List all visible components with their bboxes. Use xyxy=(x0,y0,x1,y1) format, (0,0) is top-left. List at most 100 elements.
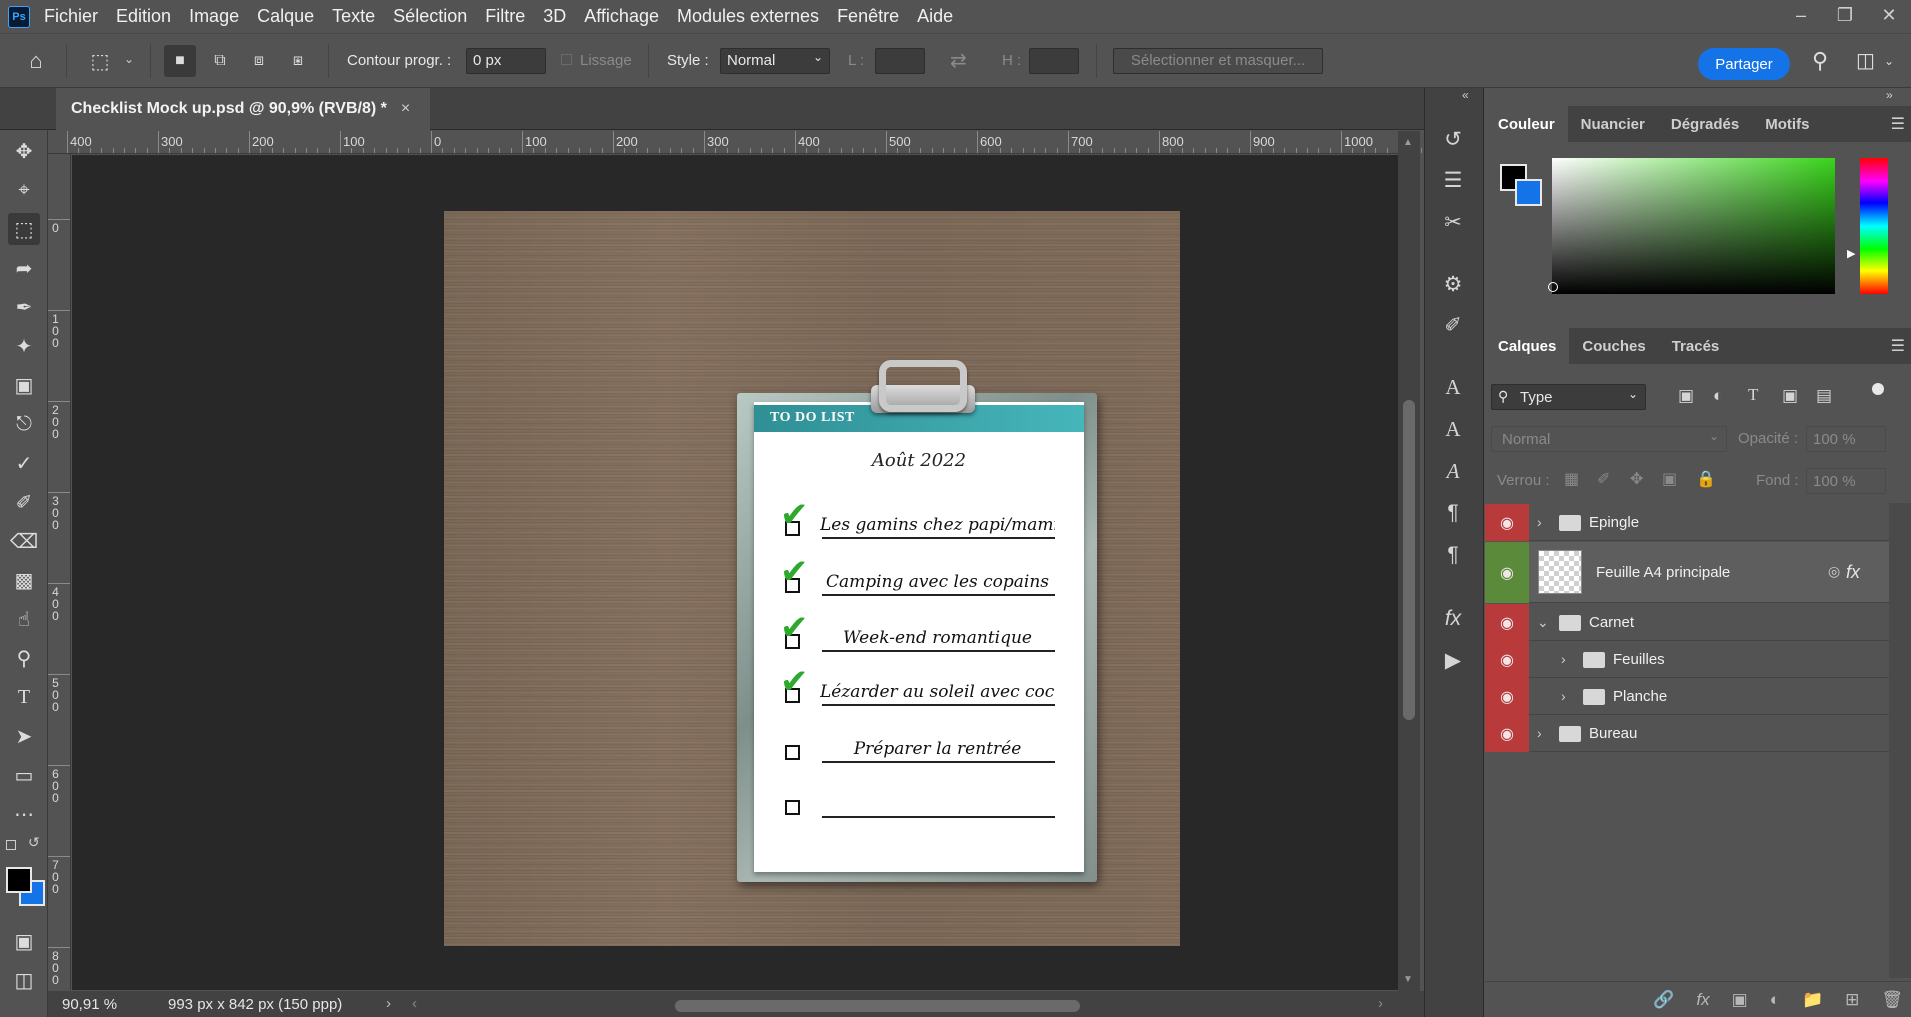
search-icon[interactable]: ⚲ xyxy=(1812,48,1828,74)
scroll-down-icon[interactable]: ▼ xyxy=(1403,974,1413,985)
menu-fichier[interactable]: Fichier xyxy=(44,6,98,27)
visibility-eye-icon[interactable]: ◉ xyxy=(1485,641,1529,678)
style-select[interactable]: Normal ⌄ xyxy=(720,48,830,74)
tab-degrades[interactable]: Dégradés xyxy=(1658,106,1752,142)
visibility-eye-icon[interactable]: ◉ xyxy=(1485,715,1529,752)
scroll-right-icon[interactable]: › xyxy=(1378,995,1383,1012)
filter-pixel-icon[interactable]: ▣ xyxy=(1678,386,1694,406)
move-tool-icon[interactable]: ✥ xyxy=(8,135,40,167)
document-dimensions[interactable]: 993 px x 842 px (150 ppp) xyxy=(168,996,342,1013)
marquee-preset-icon[interactable]: ⬚ xyxy=(84,45,116,77)
brush-tool-icon[interactable]: ✐ xyxy=(8,486,40,518)
add-fx-icon[interactable]: fx xyxy=(1696,990,1709,1010)
lock-pixels-icon[interactable]: ✐ xyxy=(1597,469,1610,489)
eraser-tool-icon[interactable]: ⌫ xyxy=(8,525,40,557)
feather-input[interactable]: 0 px xyxy=(466,48,546,74)
chevron-down-icon[interactable]: ⌄ xyxy=(1884,54,1894,68)
foreground-color-swatch[interactable] xyxy=(6,867,32,893)
color-picker-cursor[interactable] xyxy=(1548,282,1558,292)
layer-filter-select[interactable]: ⚲ Type ⌄ xyxy=(1491,384,1646,410)
quick-selection-icon[interactable]: ✦ xyxy=(8,330,40,362)
layer-name[interactable]: Carnet xyxy=(1589,614,1634,631)
workspace-icon[interactable]: ◫ xyxy=(1856,48,1875,73)
minimize-icon[interactable]: – xyxy=(1779,0,1823,30)
tab-couleur[interactable]: Couleur xyxy=(1485,106,1568,142)
layer-name[interactable]: Planche xyxy=(1613,688,1667,705)
filter-smart-object-icon[interactable]: ▤ xyxy=(1816,386,1832,406)
chevron-right-icon[interactable]: › xyxy=(1561,688,1566,704)
filter-adjustment-icon[interactable]: ◐ xyxy=(1713,386,1723,406)
add-mask-icon[interactable]: ▣ xyxy=(1732,990,1748,1010)
hue-slider[interactable] xyxy=(1860,158,1888,294)
menu-modules-externes[interactable]: Modules externes xyxy=(677,6,819,27)
pen-tool-icon[interactable]: ✒ xyxy=(8,291,40,323)
tab-couches[interactable]: Couches xyxy=(1569,328,1658,364)
filter-toggle-icon[interactable] xyxy=(1872,383,1884,395)
rectangle-tool-icon[interactable]: ▭ xyxy=(8,759,40,791)
lasso-tool-icon[interactable]: ➦ xyxy=(8,252,40,284)
vertical-scroll-thumb[interactable] xyxy=(1403,400,1415,720)
paragraph-icon[interactable]: ¶ xyxy=(1436,498,1470,528)
default-colors-icon[interactable] xyxy=(6,840,16,850)
menu-edition[interactable]: Edition xyxy=(116,6,171,27)
layer-row[interactable]: ◉ › Bureau xyxy=(1485,715,1889,752)
eyedropper-icon[interactable]: ✓ xyxy=(8,447,40,479)
chevron-right-icon[interactable]: › xyxy=(1537,725,1542,741)
layers-scrollbar[interactable] xyxy=(1889,503,1911,978)
paragraph-styles-icon[interactable]: ¶ xyxy=(1436,540,1470,570)
collapse-panels-icon[interactable]: « xyxy=(1462,88,1469,102)
adjustment-layer-icon[interactable]: ◐ xyxy=(1770,990,1780,1010)
tab-motifs[interactable]: Motifs xyxy=(1752,106,1822,142)
color-picker-field[interactable] xyxy=(1552,158,1835,294)
stamp-tool-icon[interactable]: ⎋ xyxy=(8,408,40,440)
menu-selection[interactable]: Sélection xyxy=(393,6,467,27)
lock-position-icon[interactable]: ✥ xyxy=(1630,469,1643,489)
swap-colors-icon[interactable]: ↺ xyxy=(28,834,40,851)
new-selection-icon[interactable]: ■ xyxy=(164,45,196,77)
menu-affichage[interactable]: Affichage xyxy=(584,6,659,27)
visibility-eye-icon[interactable]: ◉ xyxy=(1485,678,1529,715)
marquee-tool-icon[interactable]: ⬚ xyxy=(8,213,40,245)
history-icon[interactable]: ↺ xyxy=(1436,124,1470,154)
layer-thumbnail[interactable] xyxy=(1538,550,1582,594)
smudge-tool-icon[interactable]: ☝ xyxy=(8,603,40,635)
layer-name[interactable]: Bureau xyxy=(1589,725,1637,742)
fill-input[interactable]: 100 % xyxy=(1806,468,1886,494)
layer-fx-icon[interactable]: fx xyxy=(1846,562,1860,583)
layer-name[interactable]: Feuille A4 principale xyxy=(1596,564,1730,581)
styles-fx-icon[interactable]: fx xyxy=(1436,604,1470,634)
crop-tool-icon[interactable]: ⌖ xyxy=(8,174,40,206)
filter-type-icon[interactable]: T xyxy=(1748,385,1758,405)
background-color-swatch[interactable] xyxy=(1515,179,1542,206)
close-window-icon[interactable]: ✕ xyxy=(1867,0,1911,30)
layer-row[interactable]: ◉ › Epingle xyxy=(1485,504,1889,541)
collapse-right-icon[interactable]: » xyxy=(1886,88,1893,102)
type-tool-icon[interactable]: T xyxy=(8,681,40,713)
add-selection-icon[interactable]: ⧉ xyxy=(204,45,236,77)
frame-tool-icon[interactable]: ▣ xyxy=(8,369,40,401)
lock-all-icon[interactable]: 🔒 xyxy=(1696,469,1716,489)
delete-layer-icon[interactable]: 🗑 xyxy=(1881,990,1903,1010)
opacity-input[interactable]: 100 % xyxy=(1806,426,1886,452)
character-styles-icon[interactable]: A xyxy=(1436,414,1470,444)
scroll-left-icon[interactable]: ‹ xyxy=(412,995,417,1012)
menu-calque[interactable]: Calque xyxy=(257,6,314,27)
layer-name[interactable]: Epingle xyxy=(1589,514,1639,531)
screen-mode-icon[interactable]: ◫ xyxy=(8,964,40,996)
path-selection-icon[interactable]: ➤ xyxy=(8,720,40,752)
chevron-down-icon[interactable]: ⌄ xyxy=(1537,614,1549,631)
document-tab[interactable]: Checklist Mock up.psd @ 90,9% (RVB/8) * … xyxy=(56,88,430,130)
actions-play-icon[interactable]: ▶ xyxy=(1436,645,1470,675)
chevron-right-icon[interactable]: › xyxy=(1561,651,1566,667)
tab-calques[interactable]: Calques xyxy=(1485,328,1570,364)
status-menu-icon[interactable]: › xyxy=(386,995,391,1012)
quick-mask-icon[interactable]: ▣ xyxy=(8,925,40,957)
visibility-eye-icon[interactable]: ◉ xyxy=(1485,604,1529,641)
share-button[interactable]: Partager xyxy=(1698,48,1790,80)
new-layer-icon[interactable]: ⊞ xyxy=(1845,990,1859,1010)
properties-icon[interactable]: ☰ xyxy=(1436,165,1470,195)
brushes-icon[interactable]: ✐ xyxy=(1436,310,1470,340)
zoom-level[interactable]: 90,91 % xyxy=(62,996,117,1013)
restore-icon[interactable]: ❐ xyxy=(1823,0,1867,30)
hue-slider-handle[interactable]: ▶ xyxy=(1847,247,1855,260)
